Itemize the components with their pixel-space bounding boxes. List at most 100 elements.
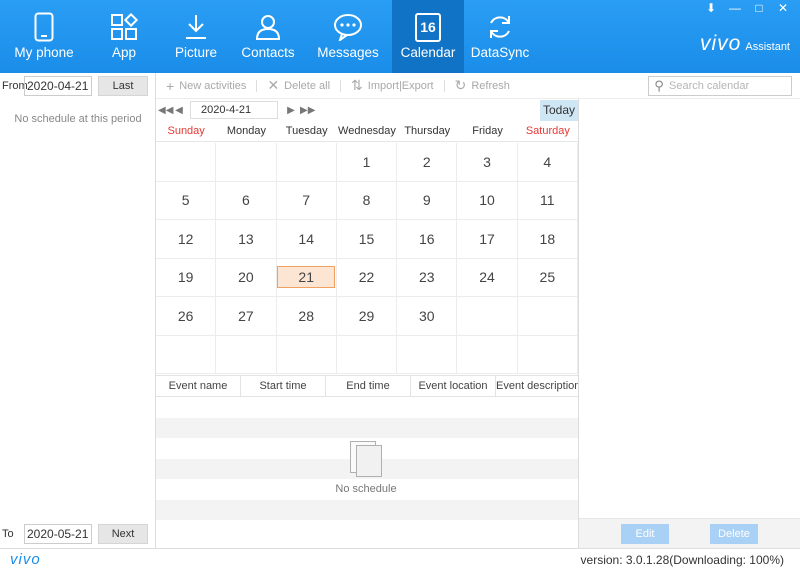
import-export-button[interactable]: ⇅ Import|Export (341, 73, 444, 99)
vivo-logo: vivo (10, 551, 41, 568)
calendar-empty-cell (336, 335, 398, 374)
weekday-label: Thursday (404, 125, 451, 137)
calendar-empty-cell (517, 297, 578, 336)
day-number: 2 (422, 153, 431, 170)
day-number: 28 (298, 307, 314, 324)
calendar-day[interactable]: 10 (457, 181, 518, 220)
calendar-day[interactable]: 25 (517, 258, 578, 297)
brand: vivo Assistant (700, 32, 790, 56)
day-number: 10 (479, 192, 495, 209)
calendar-day[interactable]: 4 (517, 143, 578, 182)
day-number: 30 (418, 307, 435, 324)
day-number: 23 (418, 269, 435, 286)
next-button[interactable]: Next (98, 524, 148, 544)
current-date-field[interactable]: 2020-4-21 (190, 101, 278, 119)
calendar-day[interactable]: 29 (336, 297, 398, 336)
nav-app[interactable]: App (88, 0, 160, 73)
day-number: 1 (362, 153, 371, 170)
nav-calendar[interactable]: 16 Calendar (392, 0, 464, 73)
nav-contacts[interactable]: Contacts (232, 0, 304, 73)
calendar-day[interactable]: 21 (276, 258, 337, 297)
nav-picture[interactable]: Picture (160, 0, 232, 73)
from-row: From 2020-04-21 Last (0, 73, 156, 99)
calendar-day[interactable]: 8 (336, 181, 398, 220)
download-icon (179, 10, 213, 44)
calendar-day[interactable]: 1 (336, 143, 398, 182)
calendar-empty-cell (216, 143, 277, 182)
day-number: 21 (277, 266, 336, 289)
prev-month-icon[interactable]: ◀ (174, 105, 184, 116)
calendar-day[interactable]: 28 (276, 297, 337, 336)
to-date-field[interactable]: 2020-05-21 (24, 524, 92, 544)
day-number: 4 (543, 153, 552, 170)
maximize-icon[interactable]: □ (750, 0, 768, 16)
search-input[interactable] (669, 80, 787, 92)
day-number: 12 (177, 230, 194, 247)
calendar-day[interactable]: 19 (156, 258, 217, 297)
day-number: 6 (242, 192, 250, 209)
calendar-day[interactable]: 13 (216, 220, 277, 259)
calendar-day[interactable]: 14 (276, 220, 337, 259)
edit-button[interactable]: Edit (621, 524, 669, 544)
main-nav: My phone App Picture Contacts Messages 1… (0, 0, 536, 73)
calendar-day[interactable]: 20 (216, 258, 277, 297)
calendar-day[interactable]: 3 (457, 143, 518, 182)
top-bar: My phone App Picture Contacts Messages 1… (0, 0, 800, 73)
month-grid: 1 2 3 4 5 6 7 8 9 10 11 12 13 14 15 16 17 18 19 20 21 22 23 24 2… (156, 143, 578, 374)
download-manager-icon[interactable]: ⬇ (702, 0, 720, 16)
nav-my-phone[interactable]: My phone (0, 0, 88, 73)
last-button[interactable]: Last (98, 76, 148, 96)
calendar-day[interactable]: 26 (156, 297, 217, 336)
nav-label: Contacts (241, 45, 295, 60)
calendar-day[interactable]: 27 (216, 297, 277, 336)
nav-label: Messages (317, 45, 379, 60)
calendar-day[interactable]: 30 (397, 297, 458, 336)
calendar-toolbar: + New activities ✕ Delete all ⇅ Import|E… (156, 73, 800, 99)
next-year-icon[interactable]: ▶▶ (300, 105, 315, 116)
nav-datasync[interactable]: DataSync (464, 0, 536, 73)
calendar-day[interactable]: 6 (216, 181, 277, 220)
table-row (156, 417, 578, 438)
calendar-empty-cell (216, 335, 277, 374)
calendar-day[interactable]: 5 (156, 181, 217, 220)
calendar-day[interactable]: 9 (397, 181, 458, 220)
calendar-day[interactable]: 11 (517, 181, 578, 220)
calendar-day[interactable]: 12 (156, 220, 217, 259)
from-date-field[interactable]: 2020-04-21 (24, 76, 92, 96)
prev-year-icon[interactable]: ◀◀ (158, 105, 173, 116)
calendar-day[interactable]: 16 (397, 220, 458, 259)
transfer-icon: ⇅ (351, 77, 363, 93)
day-number: 20 (238, 269, 254, 286)
calendar-day[interactable]: 24 (457, 258, 518, 297)
new-activities-button[interactable]: + New activities (156, 73, 256, 99)
calendar-day[interactable]: 17 (457, 220, 518, 259)
calendar-day[interactable]: 23 (397, 258, 458, 297)
weekday-label: Saturday (525, 125, 570, 137)
calendar-day[interactable]: 18 (517, 220, 578, 259)
plus-icon: + (166, 77, 175, 94)
close-icon[interactable]: ✕ (774, 0, 792, 16)
today-button[interactable]: Today (540, 100, 578, 121)
calendar-day[interactable]: 22 (336, 258, 398, 297)
next-month-icon[interactable]: ▶ (286, 105, 296, 116)
day-number: 3 (483, 153, 491, 170)
calendar-empty-cell (276, 335, 337, 374)
day-number: 17 (479, 230, 495, 247)
to-label: To (2, 528, 14, 540)
calendar-icon: 16 (411, 10, 445, 44)
calendar-day[interactable]: 7 (276, 181, 337, 220)
minimize-icon[interactable]: — (726, 0, 744, 16)
refresh-button[interactable]: ↻ Refresh (445, 73, 520, 99)
weekday-label: Friday (472, 125, 503, 137)
calendar-day[interactable]: 2 (397, 143, 458, 182)
day-number: 11 (540, 192, 555, 209)
calendar-day[interactable]: 15 (336, 220, 398, 259)
weekday-label: Tuesday (285, 125, 328, 137)
nav-label: My phone (14, 45, 74, 60)
delete-all-button[interactable]: ✕ Delete all (257, 73, 340, 99)
table-row (156, 499, 578, 520)
delete-button[interactable]: Delete (710, 524, 758, 544)
to-row: To 2020-05-21 Next (0, 521, 156, 547)
schedule-sidebar: From 2020-04-21 Last No schedule at this… (0, 73, 156, 548)
nav-messages[interactable]: Messages (304, 0, 392, 73)
